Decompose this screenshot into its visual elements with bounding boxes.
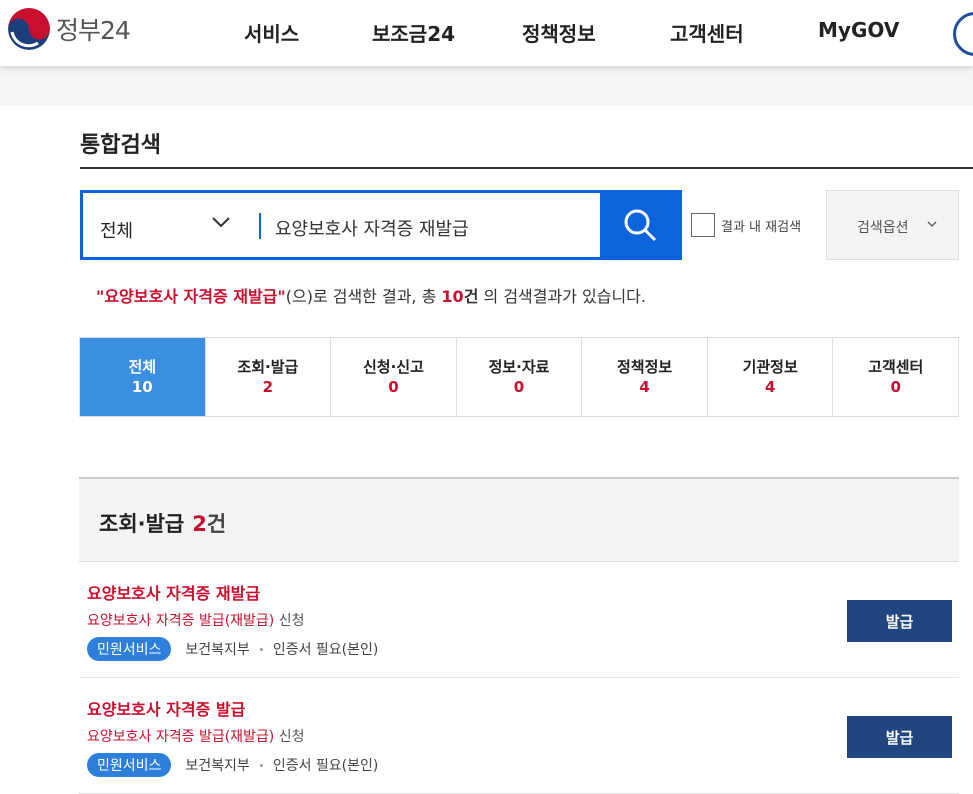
nav-subsidy24[interactable]: 보조금24 <box>372 18 455 47</box>
meta-separator <box>259 763 263 767</box>
summary-middle: (으)로 검색한 결과, 총 <box>285 287 442 306</box>
recheck-label: 결과 내 재검색 <box>721 219 802 235</box>
tab-label: 조회·발급 <box>237 358 299 376</box>
header-round-button[interactable] <box>953 12 973 56</box>
summary-keyword: "요양보호사 자격증 재발급" <box>96 287 286 306</box>
recheck-checkbox[interactable] <box>691 213 715 237</box>
result-title[interactable]: 요양보호사 자격증 발급 <box>87 696 245 720</box>
service-type-badge: 민원서비스 <box>87 753 172 777</box>
nav-service[interactable]: 서비스 <box>244 18 299 47</box>
result-meta: 민원서비스 보건복지부 인증서 필요(본인) <box>87 637 378 661</box>
tab-count: 10 <box>131 378 153 396</box>
nav-mygov[interactable]: MyGOV <box>818 18 899 42</box>
recheck-option[interactable]: 결과 내 재검색 <box>691 213 801 237</box>
page-title: 통합검색 <box>80 133 161 158</box>
result-agency: 보건복지부 <box>185 642 250 658</box>
site-header: 정부24 서비스 보조금24 정책정보 고객센터 MyGOV <box>0 0 973 66</box>
tab-label: 기관정보 <box>742 358 798 376</box>
tab-count: 4 <box>639 378 650 396</box>
section-header: 조회·발급 2건 <box>79 477 959 562</box>
result-item: 요양보호사 자격증 재발급 요양보호사 자격증 발급(재발급) 신청 민원서비스… <box>79 562 959 678</box>
result-description: 요양보호사 자격증 발급(재발급) 신청 <box>87 613 305 629</box>
search-summary: "요양보호사 자격증 재발급"(으)로 검색한 결과, 총 10건 의 검색결과… <box>96 283 646 307</box>
tab-customer-center[interactable]: 고객센터 0 <box>832 338 959 416</box>
tab-label: 신청·신고 <box>362 358 424 376</box>
chevron-down-icon <box>212 217 230 228</box>
tab-count: 0 <box>388 378 399 396</box>
result-requirement: 인증서 필요(본인) <box>272 642 379 658</box>
search-input[interactable]: 요양보호사 자격증 재발급 <box>275 215 595 241</box>
logo[interactable]: 정부24 <box>8 8 131 50</box>
search-divider <box>259 213 261 239</box>
search-options-label: 검색옵션 <box>857 220 909 236</box>
tab-label: 전체 <box>128 358 157 376</box>
tab-agency-info[interactable]: 기관정보 4 <box>706 338 833 416</box>
header-spacer <box>0 66 973 106</box>
section-title: 조회·발급 2건 <box>99 512 227 536</box>
category-tabs: 전체 10 조회·발급 2 신청·신고 0 정보·자료 0 정책정보 4 기관정… <box>79 337 959 417</box>
tab-label: 정보·자료 <box>488 358 550 376</box>
tab-count: 2 <box>262 378 274 396</box>
issue-button[interactable]: 발급 <box>847 716 952 758</box>
chevron-down-icon <box>927 221 937 227</box>
tab-policy-info[interactable]: 정책정보 4 <box>581 338 707 416</box>
result-agency: 보건복지부 <box>185 758 250 774</box>
meta-separator <box>259 647 263 651</box>
search-button[interactable] <box>600 190 682 260</box>
search-scope-select[interactable]: 전체 <box>83 193 259 257</box>
tab-inquiry-issue[interactable]: 조회·발급 2 <box>204 338 331 416</box>
summary-tail: 의 검색결과가 있습니다. <box>478 287 646 306</box>
tab-count: 0 <box>513 378 525 396</box>
issue-button[interactable]: 발급 <box>847 600 952 642</box>
result-description: 요양보호사 자격증 발급(재발급) 신청 <box>87 729 305 745</box>
search-icon <box>624 209 657 242</box>
search-scope-value: 전체 <box>100 221 134 242</box>
tab-count: 4 <box>764 378 776 396</box>
taegeuk-logo-icon <box>8 8 50 50</box>
tab-all[interactable]: 전체 10 <box>80 338 205 416</box>
result-item: 요양보호사 자격증 발급 요양보호사 자격증 발급(재발급) 신청 민원서비스 … <box>79 678 959 794</box>
summary-count: 10건 <box>441 287 479 306</box>
result-meta: 민원서비스 보건복지부 인증서 필요(본인) <box>87 753 378 777</box>
service-type-badge: 민원서비스 <box>87 637 172 661</box>
tab-count: 0 <box>890 378 901 396</box>
tab-info-data[interactable]: 정보·자료 0 <box>455 338 582 416</box>
tab-label: 고객센터 <box>868 358 924 376</box>
nav-customer-center[interactable]: 고객센터 <box>670 18 744 47</box>
search-options-button[interactable]: 검색옵션 <box>826 190 959 260</box>
result-title[interactable]: 요양보호사 자격증 재발급 <box>87 580 260 604</box>
search-box: 전체 요양보호사 자격증 재발급 <box>80 190 682 260</box>
logo-text: 정부24 <box>56 16 131 45</box>
tab-label: 정책정보 <box>617 358 673 376</box>
title-divider <box>80 167 973 169</box>
nav-policy-info[interactable]: 정책정보 <box>522 18 596 47</box>
result-requirement: 인증서 필요(본인) <box>272 758 379 774</box>
tab-application-report[interactable]: 신청·신고 0 <box>330 338 456 416</box>
